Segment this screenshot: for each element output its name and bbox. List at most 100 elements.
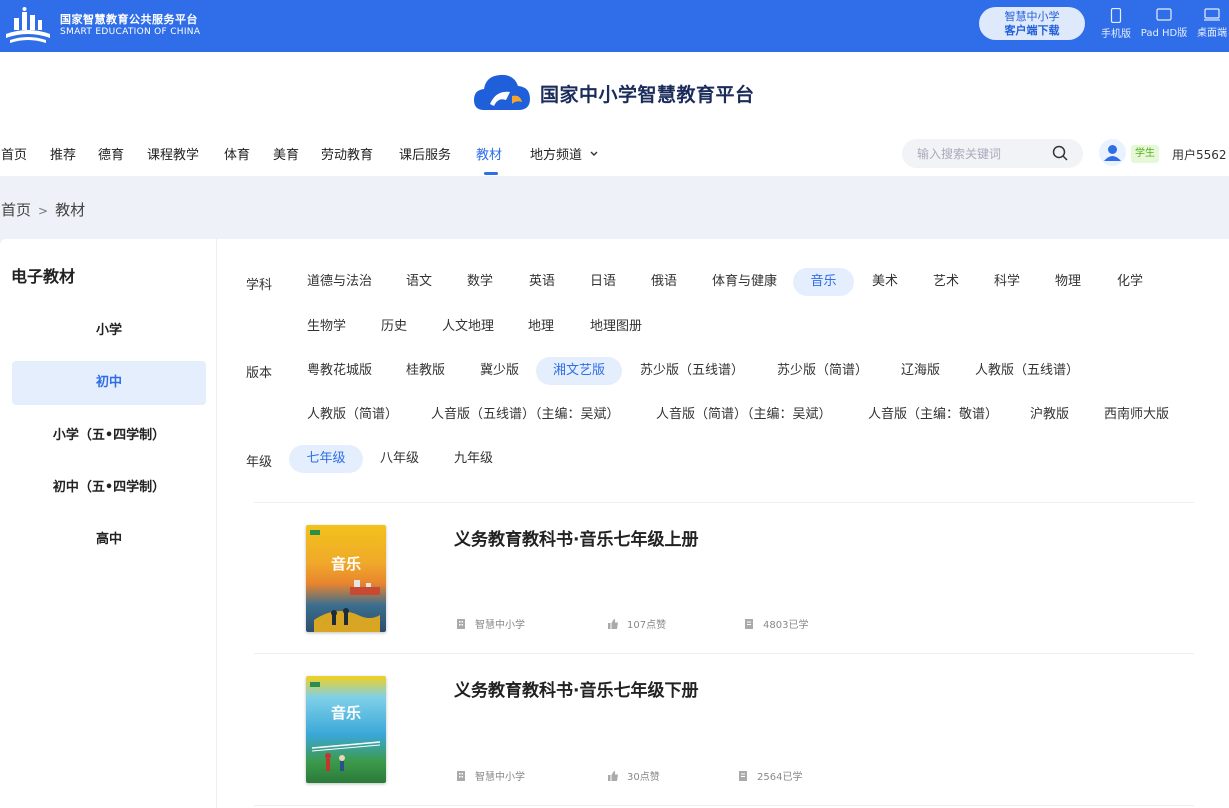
- subject-option[interactable]: 艺术: [933, 268, 959, 296]
- phone-icon: [1110, 8, 1122, 23]
- subject-option[interactable]: 数学: [467, 268, 493, 296]
- thumbs-up-icon: [608, 618, 618, 629]
- book-cover[interactable]: 音乐: [306, 676, 386, 783]
- edition-option[interactable]: 辽海版: [901, 357, 940, 385]
- thumbs-up-icon: [608, 770, 618, 781]
- subject-option[interactable]: 人文地理: [442, 313, 494, 341]
- edition-option[interactable]: 苏少版（五线谱）: [640, 357, 744, 385]
- device-desktop-label: 桌面端: [1197, 28, 1227, 39]
- subject-label: 学科: [246, 278, 273, 293]
- subject-option[interactable]: 生物学: [307, 313, 346, 341]
- nav-courses[interactable]: 课程教学: [147, 144, 199, 163]
- grade-option-selected[interactable]: 七年级: [289, 445, 363, 473]
- nav-moral[interactable]: 德育: [98, 144, 124, 163]
- grade-label: 年级: [246, 455, 273, 470]
- device-mobile[interactable]: 手机版: [1092, 8, 1140, 40]
- client-download-line1: 智慧中小学: [1004, 10, 1060, 23]
- list-divider: [254, 805, 1194, 806]
- sidebar-item-senior[interactable]: 高中: [12, 518, 206, 562]
- book-learners: 2564已学: [737, 768, 802, 783]
- subject-option[interactable]: 美术: [872, 268, 898, 296]
- grade-option[interactable]: 九年级: [454, 445, 493, 473]
- book-learners-count: 4803已学: [763, 620, 809, 631]
- edition-option[interactable]: 沪教版: [1030, 401, 1069, 429]
- subject-option[interactable]: 地理: [528, 313, 554, 341]
- breadcrumb-current: 教材: [55, 201, 86, 219]
- building-icon: [457, 618, 465, 629]
- book-publisher: 智慧中小学: [455, 768, 525, 783]
- edition-option[interactable]: 人教版（简谱）: [307, 401, 398, 429]
- edition-option[interactable]: 苏少版（简谱）: [777, 357, 868, 385]
- subject-option[interactable]: 体育与健康: [712, 268, 777, 296]
- sidebar-item-junior-54[interactable]: 初中（五•四学制）: [12, 466, 206, 510]
- site-logo[interactable]: 国家中小学智慧教育平台: [472, 70, 755, 116]
- username[interactable]: 用户5562: [1172, 146, 1227, 163]
- sidebar-item-junior[interactable]: 初中: [12, 361, 206, 405]
- nav-textbooks[interactable]: 教材: [476, 144, 502, 163]
- subject-option[interactable]: 道德与法治: [307, 268, 372, 296]
- book-likes: 30点赞: [607, 768, 660, 783]
- nav-local-channel[interactable]: 地方频道: [530, 144, 599, 163]
- book-likes: 107点赞: [607, 616, 666, 631]
- edition-option[interactable]: 桂教版: [406, 357, 445, 385]
- search-input[interactable]: 输入搜索关键词: [917, 145, 1001, 162]
- list-divider: [254, 653, 1194, 654]
- edition-option[interactable]: 西南师大版: [1104, 401, 1169, 429]
- edition-option[interactable]: 人音版（五线谱）（主编：吴斌）: [431, 401, 620, 429]
- subject-option[interactable]: 地理图册: [590, 313, 642, 341]
- book-cover-title: 音乐: [330, 555, 361, 573]
- edition-option[interactable]: 人音版（简谱）（主编：吴斌）: [656, 401, 832, 429]
- edition-option-selected[interactable]: 湘文艺版: [536, 357, 622, 385]
- nav-after-school[interactable]: 课后服务: [399, 144, 451, 163]
- sidebar-item-primary-54[interactable]: 小学（五•四学制）: [12, 414, 206, 458]
- grade-option[interactable]: 八年级: [380, 445, 419, 473]
- book-title[interactable]: 义务教育教科书·音乐七年级上册: [454, 525, 698, 550]
- subject-option[interactable]: 历史: [381, 313, 407, 341]
- book-title[interactable]: 义务教育教科书·音乐七年级下册: [454, 676, 698, 701]
- sidebar-item-primary[interactable]: 小学: [12, 309, 206, 353]
- subject-option[interactable]: 语文: [406, 268, 432, 296]
- edition-option[interactable]: 人教版（五线谱）: [975, 357, 1079, 385]
- list-divider: [254, 502, 1194, 503]
- avatar[interactable]: [1099, 139, 1126, 166]
- building-icon: [457, 770, 465, 781]
- book-likes-count: 30点赞: [627, 772, 660, 783]
- device-mobile-label: 手机版: [1101, 29, 1131, 40]
- smart-education-logo-icon: [6, 7, 50, 43]
- search-box[interactable]: 输入搜索关键词: [902, 139, 1083, 168]
- client-download-button[interactable]: 智慧中小学 客户端下载: [979, 7, 1085, 40]
- brand[interactable]: 国家智慧教育公共服务平台 SMART EDUCATION OF CHINA: [0, 4, 200, 48]
- breadcrumb-home[interactable]: 首页: [1, 201, 31, 219]
- nav-sports[interactable]: 体育: [224, 144, 250, 163]
- edition-option[interactable]: 粤教花城版: [307, 357, 372, 385]
- edition-option[interactable]: 人音版（主编：敬谱）: [868, 401, 998, 429]
- subject-option[interactable]: 俄语: [651, 268, 677, 296]
- nav-local-channel-label: 地方频道: [530, 148, 583, 163]
- desktop-icon: [1204, 8, 1220, 21]
- subject-option[interactable]: 英语: [529, 268, 555, 296]
- book-publisher: 智慧中小学: [455, 616, 525, 631]
- nav-home[interactable]: 首页: [1, 144, 27, 163]
- brand-name-en: SMART EDUCATION OF CHINA: [60, 27, 201, 37]
- site-title: 国家中小学智慧教育平台: [540, 83, 755, 106]
- book-learners: 4803已学: [743, 616, 808, 631]
- nav-arts[interactable]: 美育: [273, 144, 299, 163]
- subject-option[interactable]: 化学: [1117, 268, 1143, 296]
- nav-recommend[interactable]: 推荐: [50, 144, 76, 163]
- subject-option[interactable]: 科学: [994, 268, 1020, 296]
- book-learners-count: 2564已学: [757, 772, 803, 783]
- subject-option[interactable]: 物理: [1055, 268, 1081, 296]
- cloud-logo-icon: [474, 74, 530, 110]
- subject-option-selected[interactable]: 音乐: [793, 268, 854, 296]
- book-cover[interactable]: 音乐: [306, 525, 386, 632]
- search-icon[interactable]: [1052, 145, 1069, 162]
- subject-option[interactable]: 日语: [590, 268, 616, 296]
- role-badge: 学生: [1131, 145, 1159, 163]
- edition-option[interactable]: 冀少版: [480, 357, 519, 385]
- client-download-line2: 客户端下载: [1004, 24, 1060, 37]
- nav-labor[interactable]: 劳动教育: [321, 144, 373, 163]
- device-pad[interactable]: Pad HD版: [1140, 8, 1188, 39]
- device-desktop[interactable]: 桌面端: [1188, 8, 1229, 39]
- sidebar-title: 电子教材: [11, 267, 76, 286]
- chevron-down-icon: [590, 151, 598, 156]
